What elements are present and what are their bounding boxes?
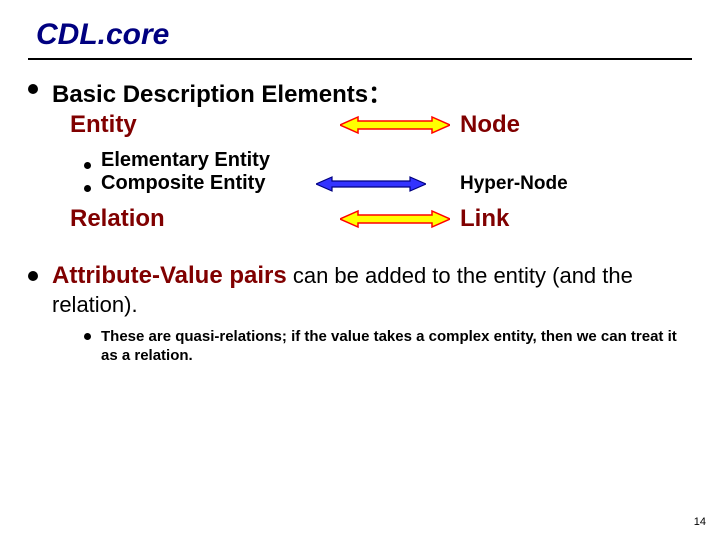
- pair-entity-row: Entity Node: [46, 111, 692, 139]
- sub-composite-row: Composite Entity Hyper-Node: [84, 172, 692, 195]
- bullet-icon: [84, 162, 91, 169]
- double-arrow-icon: [306, 175, 436, 193]
- pair-relation-row: Relation Link: [46, 205, 692, 233]
- slide-title: CDL.core: [36, 18, 692, 52]
- heading-row: Basic Description Elements：: [28, 74, 692, 109]
- attribute-value-text: Attribute-Value pairs can be added to th…: [52, 261, 692, 319]
- bullet-icon: [84, 333, 91, 340]
- bullet-icon: [28, 84, 38, 94]
- link-label: Link: [460, 205, 509, 233]
- note-row: These are quasi-relations; if the value …: [84, 327, 692, 366]
- attribute-value-block: Attribute-Value pairs can be added to th…: [28, 261, 692, 319]
- hyper-node-label: Hyper-Node: [460, 173, 568, 195]
- bullet-icon: [84, 185, 91, 192]
- double-arrow-icon: [330, 209, 460, 229]
- arrow-shape: [340, 117, 450, 133]
- attribute-value-bold: Attribute-Value pairs: [52, 262, 287, 289]
- entity-label: Entity: [70, 111, 330, 139]
- heading-text: Basic Description Elements：: [52, 74, 392, 109]
- page-number: 14: [694, 516, 706, 528]
- note-text: These are quasi-relations; if the value …: [101, 327, 692, 366]
- bullet-icon: [28, 271, 38, 281]
- elementary-label: Elementary Entity: [101, 149, 270, 172]
- node-label: Node: [460, 111, 520, 139]
- sub-elementary-row: Elementary Entity: [84, 149, 692, 172]
- title-underline: [28, 58, 692, 60]
- composite-label: Composite Entity: [101, 172, 265, 195]
- relation-label: Relation: [70, 205, 330, 233]
- double-arrow-icon: [330, 115, 460, 135]
